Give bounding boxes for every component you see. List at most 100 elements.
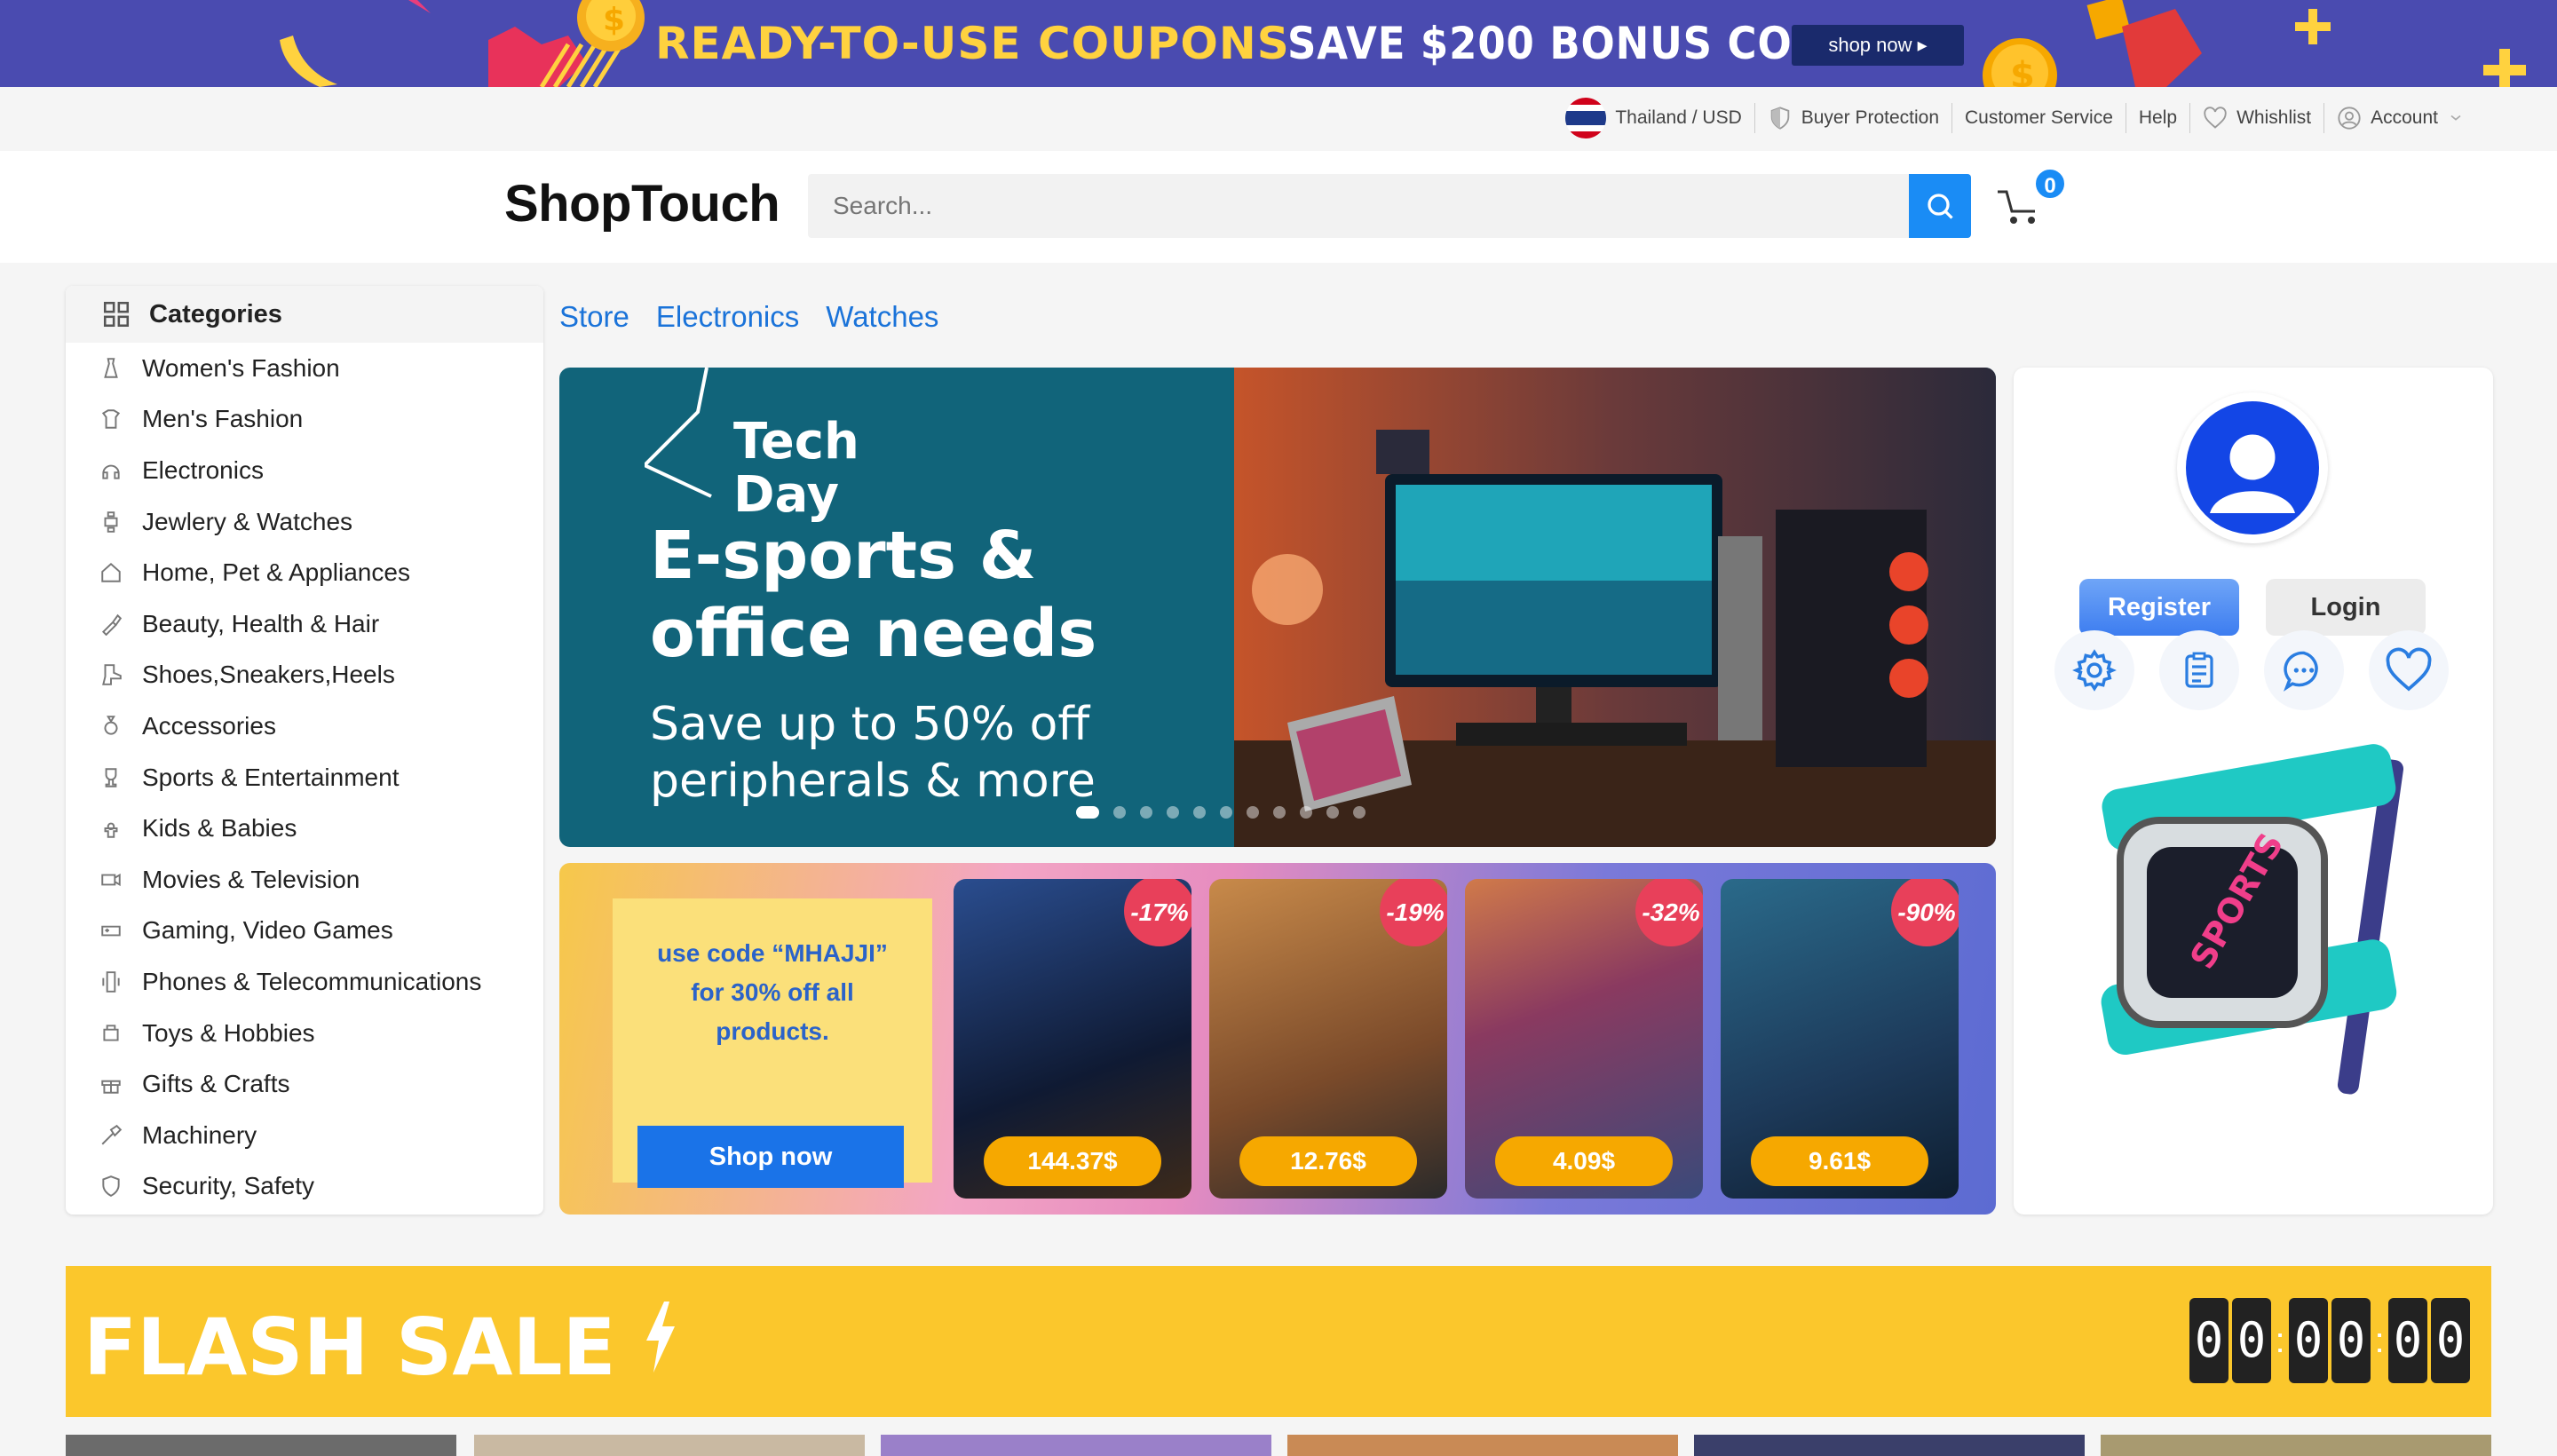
category-item[interactable]: Movies & Television bbox=[66, 854, 543, 906]
category-item[interactable]: Women's Fashion bbox=[66, 343, 543, 394]
wishlist-label: Whishlist bbox=[2236, 107, 2312, 128]
carousel-dot[interactable] bbox=[1076, 806, 1099, 819]
category-item[interactable]: Gaming, Video Games bbox=[66, 906, 543, 957]
price-pill: 144.37$ bbox=[984, 1136, 1161, 1186]
carousel-dot[interactable] bbox=[1273, 806, 1286, 819]
product-card-helmet[interactable]: -17% 144.37$ bbox=[954, 879, 1191, 1199]
category-label: Sports & Entertainment bbox=[142, 763, 400, 791]
wishlist-link[interactable]: Whishlist bbox=[2190, 103, 2325, 133]
flash-sale-banner: FLASH SALE 0 0 : 0 0 : 0 0 bbox=[66, 1266, 2491, 1417]
search-icon bbox=[1928, 194, 1953, 219]
shop-now-button[interactable]: Shop now bbox=[637, 1126, 904, 1188]
promo-banner[interactable]: $ READY-TO-USE COUPONS SAVE $200 BONUS C… bbox=[0, 0, 2557, 87]
baby-icon bbox=[99, 817, 123, 840]
flash-product-card[interactable] bbox=[1287, 1435, 1678, 1456]
breadcrumb-store[interactable]: Store bbox=[559, 300, 629, 334]
product-card-earbuds[interactable]: -90% 9.61$ bbox=[1721, 879, 1959, 1199]
settings-button[interactable] bbox=[2054, 630, 2134, 710]
buyer-protection-label: Buyer Protection bbox=[1801, 107, 1939, 128]
carousel-dot[interactable] bbox=[1113, 806, 1126, 819]
ring-icon bbox=[99, 715, 123, 738]
category-item[interactable]: Electronics bbox=[66, 445, 543, 496]
flash-product-card[interactable] bbox=[474, 1435, 865, 1456]
orders-button[interactable] bbox=[2159, 630, 2239, 710]
orders-icon bbox=[2185, 652, 2213, 688]
category-item[interactable]: Men's Fashion bbox=[66, 394, 543, 446]
trophy-icon bbox=[99, 766, 123, 789]
flash-product-card[interactable] bbox=[881, 1435, 1271, 1456]
buyer-protection-link[interactable]: Buyer Protection bbox=[1755, 103, 1952, 133]
wishlist-button[interactable] bbox=[2369, 630, 2449, 710]
category-item[interactable]: Security, Safety bbox=[66, 1161, 543, 1213]
category-item[interactable]: Toys & Hobbies bbox=[66, 1008, 543, 1059]
shirt-icon bbox=[99, 408, 123, 431]
price-pill: 12.76$ bbox=[1239, 1136, 1417, 1186]
product-card-smartwatch[interactable]: -19% 12.76$ bbox=[1209, 879, 1447, 1199]
category-item[interactable]: Phones & Telecommunications bbox=[66, 956, 543, 1008]
discount-badge: -17% bbox=[1124, 879, 1191, 946]
category-item[interactable]: Kids & Babies bbox=[66, 803, 543, 854]
category-label: Shoes,Sneakers,Heels bbox=[142, 661, 395, 689]
timer-digit: 0 bbox=[2189, 1298, 2228, 1383]
category-item[interactable]: Accessories bbox=[66, 700, 543, 752]
category-item[interactable]: Beauty, Health & Hair bbox=[66, 598, 543, 650]
breadcrumb: Store Electronics Watches bbox=[559, 300, 965, 334]
login-button[interactable]: Login bbox=[2266, 579, 2426, 636]
messages-button[interactable] bbox=[2264, 630, 2344, 710]
carousel-dots bbox=[1076, 806, 1380, 819]
customer-service-link[interactable]: Customer Service bbox=[1952, 103, 2126, 133]
breadcrumb-electronics[interactable]: Electronics bbox=[656, 300, 799, 334]
utility-bar: Thailand / USD Buyer Protection Customer… bbox=[0, 87, 2557, 151]
avatar[interactable] bbox=[2177, 392, 2328, 543]
category-item[interactable]: Shoes,Sneakers,Heels bbox=[66, 650, 543, 701]
flash-product-card[interactable] bbox=[2101, 1435, 2491, 1456]
region-selector[interactable]: Thailand / USD bbox=[1553, 98, 1755, 138]
category-item[interactable]: Gifts & Crafts bbox=[66, 1058, 543, 1110]
product-card-phone[interactable]: -32% 4.09$ bbox=[1465, 879, 1703, 1199]
carousel-dot[interactable] bbox=[1193, 806, 1206, 819]
region-label: Thailand / USD bbox=[1615, 107, 1742, 128]
heart-icon bbox=[2204, 107, 2227, 129]
messages-icon bbox=[2283, 651, 2318, 692]
phone-icon bbox=[99, 970, 123, 993]
category-item[interactable]: Sports & Entertainment bbox=[66, 752, 543, 803]
hero-subtitle: Save up to 50% off peripherals & more bbox=[650, 696, 1096, 810]
brush-icon bbox=[99, 613, 123, 636]
flash-sale-title: FLASH SALE bbox=[83, 1302, 678, 1393]
grid-icon bbox=[103, 301, 130, 328]
flash-product-card[interactable] bbox=[1694, 1435, 2085, 1456]
carousel-dot[interactable] bbox=[1300, 806, 1312, 819]
category-item[interactable]: Machinery bbox=[66, 1110, 543, 1161]
search-input[interactable] bbox=[808, 174, 1971, 238]
promo-shop-now-button[interactable]: shop now ▸ bbox=[1792, 25, 1964, 66]
search-button[interactable] bbox=[1909, 174, 1971, 238]
svg-text:$: $ bbox=[2010, 55, 2035, 87]
category-item[interactable]: Home, Pet & Appliances bbox=[66, 547, 543, 598]
carousel-dot[interactable] bbox=[1140, 806, 1152, 819]
carousel-dot[interactable] bbox=[1167, 806, 1179, 819]
wishlist-heart-icon bbox=[2386, 647, 2432, 692]
toy-icon bbox=[99, 1022, 123, 1045]
hero-sub-line2: peripherals & more bbox=[650, 755, 1096, 808]
carousel-dot[interactable] bbox=[1353, 806, 1366, 819]
flash-product-card[interactable] bbox=[66, 1435, 456, 1456]
category-label: Security, Safety bbox=[142, 1172, 315, 1200]
account-menu[interactable]: Account bbox=[2324, 103, 2477, 133]
hero-carousel[interactable]: Tech Day E-sports & office needs Save up t… bbox=[559, 368, 1996, 847]
carousel-dot[interactable] bbox=[1247, 806, 1259, 819]
camera-icon bbox=[99, 868, 123, 891]
category-item[interactable]: Jewlery & Watches bbox=[66, 496, 543, 548]
category-label: Movies & Television bbox=[142, 865, 360, 893]
home-icon bbox=[99, 561, 123, 584]
site-header: ShopTouch 0 bbox=[0, 151, 2557, 263]
site-logo[interactable]: ShopTouch bbox=[504, 174, 780, 233]
carousel-dot[interactable] bbox=[1326, 806, 1339, 819]
carousel-dot[interactable] bbox=[1220, 806, 1232, 819]
help-link[interactable]: Help bbox=[2126, 103, 2191, 133]
customer-service-label: Customer Service bbox=[1965, 107, 2113, 128]
chevron-down-icon bbox=[2450, 115, 2461, 121]
register-button[interactable]: Register bbox=[2079, 579, 2239, 636]
categories-panel: Categories Women's Fashion Men's Fashion E… bbox=[66, 286, 543, 1215]
coupon-line3: products. bbox=[716, 1017, 829, 1045]
breadcrumb-watches[interactable]: Watches bbox=[826, 300, 938, 334]
